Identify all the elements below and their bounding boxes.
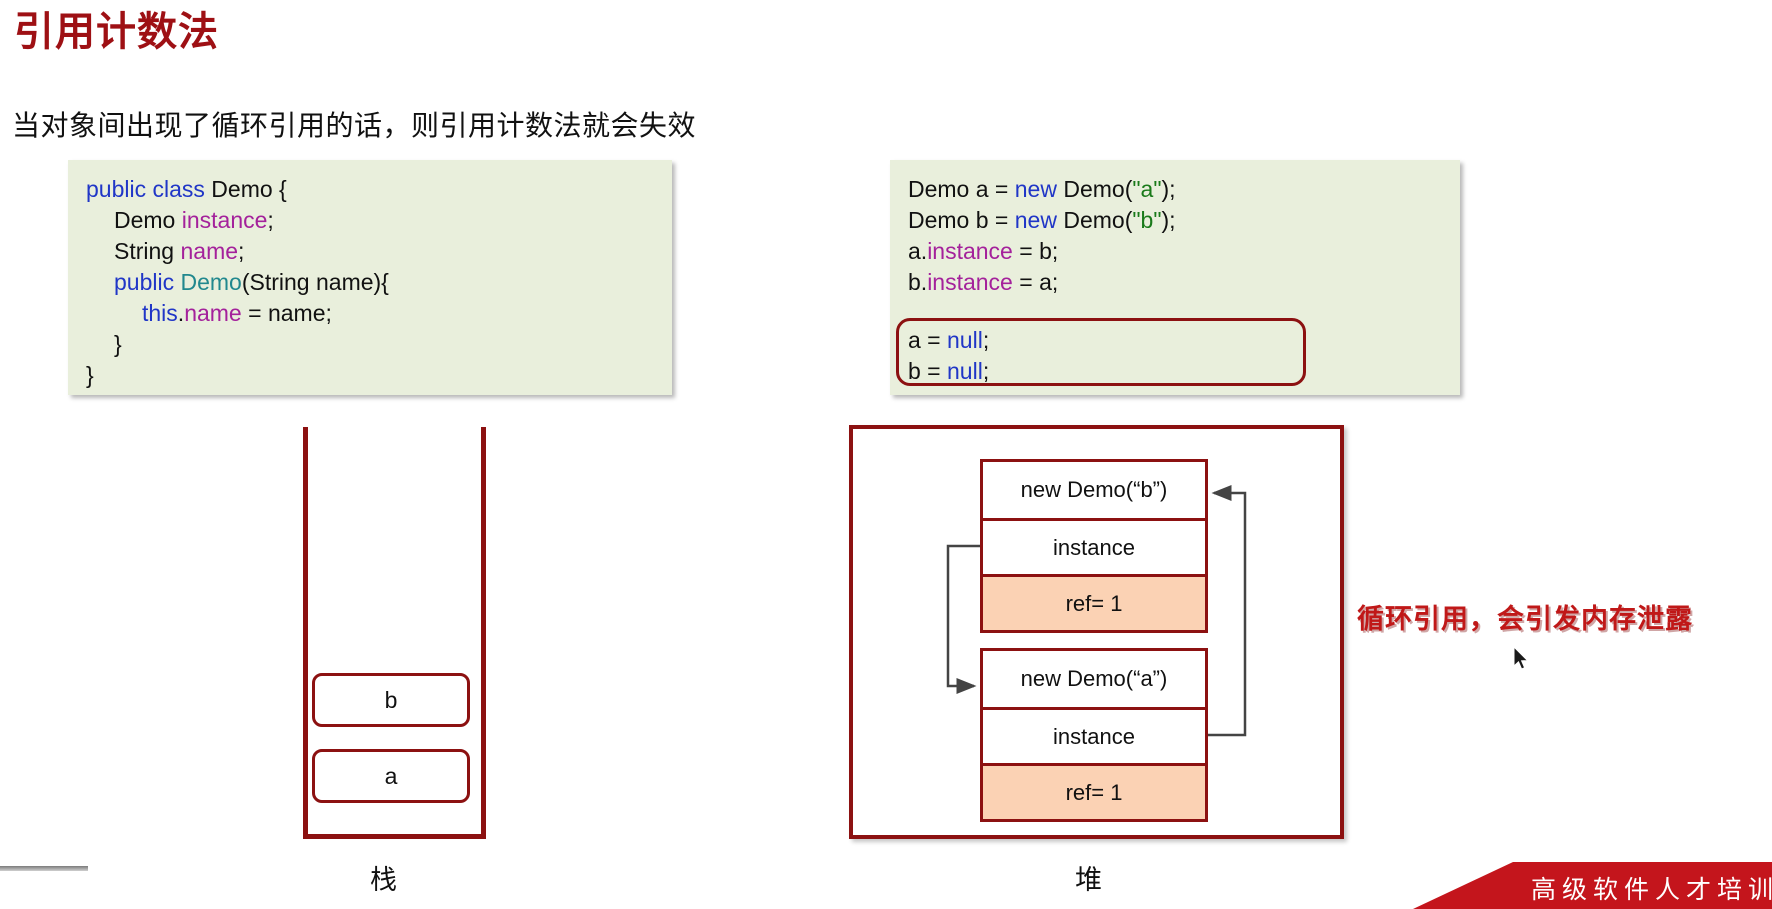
code-token-demo-type: Demo <box>114 207 176 233</box>
code-token-b-instance: instance <box>927 269 1013 295</box>
code-token-null-a: null <box>947 327 983 353</box>
heap-object-a-refcount: ref= 1 <box>983 763 1205 819</box>
heap-object-a-header: new Demo(“a”) <box>983 651 1205 707</box>
code-token-a-instance: instance <box>927 238 1013 264</box>
null-assignment-code: a = null; b = null; <box>908 327 990 384</box>
page-title: 引用计数法 <box>14 10 219 54</box>
heap-object-b-header: new Demo(“b”) <box>983 462 1205 518</box>
stack-cell-a[interactable]: a <box>312 749 470 803</box>
stack-wall-right <box>481 427 486 839</box>
code-token-instance-field: instance <box>181 207 268 233</box>
code-token-new-b: new <box>1014 207 1057 233</box>
stack-cell-b-label: b <box>384 686 398 713</box>
heap-object-b-refcount: ref= 1 <box>983 574 1205 630</box>
code-token-name-field: name <box>180 238 239 264</box>
heap-caption: 堆 <box>1075 865 1102 895</box>
code-token-class: class <box>152 176 205 202</box>
heap-object-a[interactable]: new Demo(“a”) instance ref= 1 <box>980 648 1208 822</box>
code-block-class-definition: public class Demo { Demo instance; Strin… <box>68 160 672 395</box>
bottom-left-edge-line <box>0 866 88 871</box>
code-token-name-assign: name <box>184 300 242 326</box>
code-token-demo-ctor-a: Demo <box>1063 176 1125 202</box>
stack-wall-left <box>303 427 308 839</box>
code-token-semi-2: ; <box>238 238 245 264</box>
code-token-ctor-name: Demo <box>180 269 242 295</box>
code-token-demo-a: Demo <box>908 176 970 202</box>
stack-cell-a-label: a <box>384 762 398 789</box>
code-token-demo-b: Demo <box>908 207 970 233</box>
heap-object-a-instance-field: instance <box>983 707 1205 763</box>
memory-leak-note: 循环引用，会引发内存泄露 <box>1357 604 1693 634</box>
code-token-string-type: String <box>114 238 175 264</box>
code-token-public-ctor: public <box>114 269 175 295</box>
slide-canvas: 引用计数法 当对象间出现了循环引用的话，则引用计数法就会失效 public cl… <box>0 0 1772 909</box>
page-subtitle: 当对象间出现了循环引用的话，则引用计数法就会失效 <box>12 110 697 141</box>
code-token-null-b: null <box>947 358 983 384</box>
code-token-this: this <box>142 300 178 326</box>
stack-floor <box>303 834 486 839</box>
mouse-cursor-icon <box>1513 646 1529 670</box>
stack-caption: 栈 <box>370 865 397 895</box>
code-token-brace-open: { <box>279 176 287 202</box>
code-token-public: public <box>86 176 147 202</box>
code-token-assign-name: = name; <box>241 300 332 326</box>
code-token-demo: Demo <box>211 176 273 202</box>
ribbon-text: 高级软件人才培训专家 <box>1531 877 1772 904</box>
code-token-brace-close-outer: } <box>86 362 94 388</box>
code-token-str-a: "a" <box>1132 176 1162 202</box>
code-token-demo-ctor-b: Demo <box>1063 207 1125 233</box>
heap-object-b-instance-field: instance <box>983 518 1205 574</box>
code-token-brace-close-inner: } <box>114 331 122 357</box>
code-token-semi-1: ; <box>267 207 274 233</box>
heap-object-b[interactable]: new Demo(“b”) instance ref= 1 <box>980 459 1208 633</box>
stack-cell-b[interactable]: b <box>312 673 470 727</box>
code-token-str-b: "b" <box>1132 207 1162 233</box>
code-token-ctor-sig: (String name){ <box>241 269 389 295</box>
bottom-ribbon: 高级软件人才培训专家 <box>1413 862 1772 909</box>
code-token-new-a: new <box>1014 176 1057 202</box>
